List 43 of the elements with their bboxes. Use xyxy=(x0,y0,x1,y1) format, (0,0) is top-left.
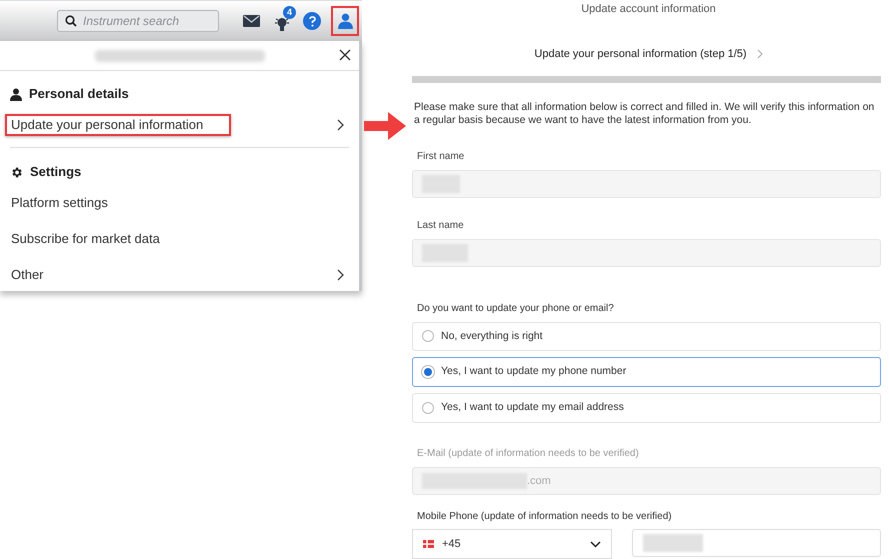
radio-option[interactable]: No, everything is right xyxy=(412,322,881,352)
field-label: E-Mail (update of information needs to be verified) xyxy=(416,447,640,462)
text-field[interactable] xyxy=(412,238,881,267)
profile-button[interactable] xyxy=(331,6,359,36)
lightbulb-icon xyxy=(275,16,289,33)
menu-item[interactable]: Subscribe for market data xyxy=(5,228,166,250)
notifications-button[interactable]: 4 xyxy=(271,9,293,33)
search-field[interactable]: Instrument search xyxy=(57,10,219,32)
email-value: .com xyxy=(527,474,551,489)
envelope-icon xyxy=(242,15,260,27)
field-label: Mobile Phone (update of information needs to be verified) xyxy=(416,510,673,524)
country-code-dropdown[interactable]: +45 xyxy=(412,529,612,559)
page-title: Update account information xyxy=(580,2,717,17)
arrow-icon xyxy=(362,110,408,142)
chevron-right-icon xyxy=(756,48,763,59)
help-button[interactable] xyxy=(303,12,321,30)
intro-text: Please make sure that all information below is correct and filled in. We will verify this information on a regular basis because we want to have the latest information from you. xyxy=(413,100,876,127)
radio-button[interactable] xyxy=(422,330,434,342)
person-icon xyxy=(338,13,352,29)
menu-item[interactable]: Platform settings xyxy=(5,192,114,214)
person-icon xyxy=(10,88,22,100)
search-icon xyxy=(65,15,77,27)
text-field[interactable] xyxy=(412,170,881,198)
notification-badge: 4 xyxy=(283,6,296,19)
phone-field[interactable] xyxy=(632,529,881,558)
radio-option[interactable]: Yes, I want to update my phone number xyxy=(412,357,881,388)
chevron-down-icon xyxy=(590,540,601,548)
section-heading: Personal details xyxy=(29,86,129,102)
question-label: Do you want to update your phone or email? xyxy=(416,302,615,316)
flag-icon xyxy=(423,540,434,548)
menu-item[interactable]: Update your personal information xyxy=(5,114,231,136)
close-icon xyxy=(339,49,351,61)
step-title: Update your personal information (step 1/5) xyxy=(534,46,747,62)
radio-button[interactable] xyxy=(422,402,434,414)
gear-icon xyxy=(10,166,23,178)
menu-item[interactable]: Other xyxy=(5,264,50,286)
field-label: Last name xyxy=(416,218,465,233)
question-mark-icon xyxy=(308,16,316,26)
radio-option[interactable]: Yes, I want to update my email address xyxy=(412,393,881,424)
section-heading: Settings xyxy=(30,164,82,180)
field-label: First name xyxy=(416,150,466,164)
redacted-value xyxy=(643,534,703,552)
close-button[interactable] xyxy=(339,49,351,61)
